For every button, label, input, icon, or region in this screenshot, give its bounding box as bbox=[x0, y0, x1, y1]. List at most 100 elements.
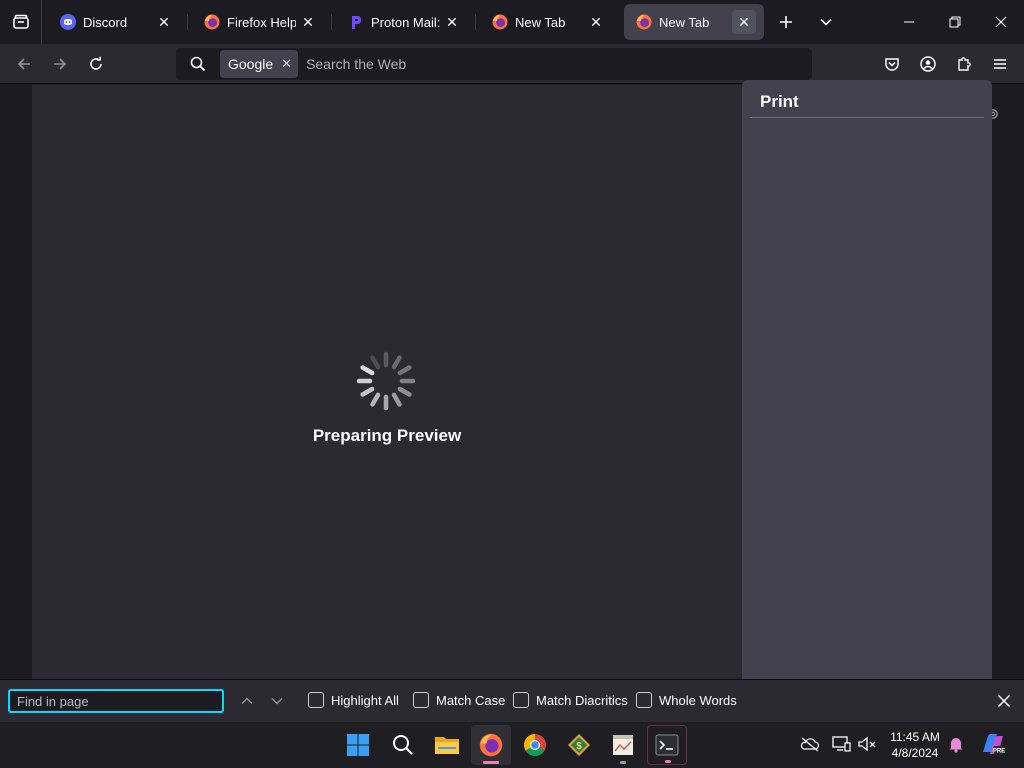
close-tab-icon[interactable]: ✕ bbox=[440, 10, 464, 34]
app-menu-button[interactable] bbox=[984, 48, 1016, 80]
highlight-all-checkbox[interactable]: Highlight All bbox=[308, 692, 399, 708]
close-window-button[interactable] bbox=[978, 0, 1024, 44]
pocket-button[interactable] bbox=[876, 48, 908, 80]
back-button[interactable] bbox=[8, 48, 40, 80]
svg-text:PRE: PRE bbox=[993, 749, 1005, 755]
taskbar-file-explorer[interactable] bbox=[427, 725, 467, 765]
tab-discord[interactable]: Discord ✕ bbox=[48, 4, 184, 40]
network-tray-icon[interactable] bbox=[830, 733, 852, 755]
taskbar-money-app[interactable]: $ bbox=[559, 725, 599, 765]
volume-tray-icon[interactable] bbox=[856, 733, 878, 755]
close-tab-icon[interactable]: ✕ bbox=[584, 10, 608, 34]
speaker-muted-icon bbox=[858, 736, 876, 752]
account-button[interactable] bbox=[912, 48, 944, 80]
whole-words-checkbox[interactable]: Whole Words bbox=[636, 692, 737, 708]
firefox-view-button[interactable] bbox=[0, 0, 42, 44]
file-explorer-icon bbox=[435, 737, 459, 754]
tab-separator bbox=[331, 14, 332, 30]
clock-time: 11:45 AM bbox=[890, 730, 940, 744]
reload-icon bbox=[90, 56, 102, 70]
arrow-right-icon bbox=[54, 58, 67, 70]
tab-title: New Tab bbox=[659, 14, 710, 30]
close-tab-icon[interactable]: ✕ bbox=[732, 10, 756, 34]
print-panel-divider bbox=[750, 117, 984, 118]
chevron-down-icon bbox=[820, 18, 832, 26]
minimize-icon bbox=[904, 21, 914, 23]
taskbar-chrome[interactable] bbox=[515, 725, 555, 765]
notifications-button[interactable] bbox=[945, 733, 967, 755]
option-label: Match Diacritics bbox=[536, 692, 628, 708]
firefox-view-icon bbox=[12, 14, 29, 29]
taskbar-search-button[interactable] bbox=[383, 725, 423, 765]
remove-engine-icon[interactable]: ✕ bbox=[281, 56, 292, 72]
close-find-bar-button[interactable] bbox=[992, 689, 1016, 713]
chevron-up-icon bbox=[241, 697, 253, 705]
close-tab-icon[interactable]: ✕ bbox=[296, 10, 320, 34]
tab-title: Discord bbox=[83, 14, 128, 30]
minimize-button[interactable] bbox=[886, 0, 932, 44]
match-case-checkbox[interactable]: Match Case bbox=[413, 692, 505, 708]
extensions-button[interactable] bbox=[948, 48, 980, 80]
reload-button[interactable] bbox=[80, 48, 112, 80]
find-bar: Highlight All Match Case Match Diacritic… bbox=[0, 679, 1024, 721]
tab-firefox-help[interactable]: Firefox Help ✕ bbox=[192, 4, 328, 40]
firefox-icon bbox=[204, 14, 220, 30]
preview-status-text: Preparing Preview bbox=[312, 426, 462, 445]
tab-title: Firefox Help bbox=[227, 14, 296, 30]
copilot-icon: PRE bbox=[983, 734, 1005, 755]
tab-title: Proton Mail: Sig bbox=[371, 14, 440, 30]
running-app-indicator bbox=[620, 761, 626, 764]
match-diacritics-checkbox[interactable]: Match Diacritics bbox=[513, 692, 628, 708]
checkbox-box[interactable] bbox=[513, 692, 529, 708]
tab-new-tab-active[interactable]: New Tab ✕ bbox=[624, 4, 764, 40]
find-previous-button[interactable] bbox=[236, 690, 258, 712]
close-tab-icon[interactable]: ✕ bbox=[152, 10, 176, 34]
option-label: Match Case bbox=[436, 692, 506, 708]
start-button[interactable] bbox=[338, 725, 378, 765]
bell-icon bbox=[949, 738, 963, 753]
display-network-icon bbox=[832, 736, 851, 752]
firefox-icon bbox=[636, 14, 652, 30]
chevron-down-icon bbox=[271, 697, 283, 705]
list-all-tabs-button[interactable] bbox=[812, 8, 840, 36]
hamburger-menu-icon bbox=[994, 59, 1006, 69]
find-in-page-input[interactable] bbox=[8, 689, 224, 713]
search-icon bbox=[176, 56, 220, 72]
option-label: Whole Words bbox=[659, 692, 737, 708]
firefox-icon bbox=[492, 14, 508, 30]
windows-start-icon bbox=[347, 734, 369, 756]
firefox-icon bbox=[479, 733, 503, 757]
tab-proton-mail[interactable]: Proton Mail: Sig ✕ bbox=[336, 4, 472, 40]
search-engine-chip[interactable]: Google ✕ bbox=[220, 50, 299, 78]
windows-taskbar: $ 11:45 AM 4/8/2024 PRE bbox=[0, 721, 1024, 768]
taskbar-clock[interactable]: 11:45 AM 4/8/2024 bbox=[880, 729, 950, 761]
find-next-button[interactable] bbox=[266, 690, 288, 712]
checkbox-box[interactable] bbox=[413, 692, 429, 708]
active-app-indicator bbox=[483, 761, 499, 764]
new-tab-button[interactable] bbox=[772, 8, 800, 36]
onedrive-tray-icon[interactable] bbox=[799, 733, 821, 755]
print-preview-content: Print Preparing Preview bbox=[0, 80, 1024, 679]
money-app-icon: $ bbox=[568, 734, 590, 756]
url-input[interactable]: Search the Web bbox=[306, 56, 406, 72]
url-bar[interactable]: Google ✕ Search the Web bbox=[176, 48, 812, 80]
taskbar-terminal[interactable] bbox=[647, 725, 687, 765]
tab-new-tab[interactable]: New Tab ✕ bbox=[480, 4, 616, 40]
loading-spinner-icon bbox=[356, 351, 416, 411]
tab-title: New Tab bbox=[515, 14, 566, 30]
print-panel-title: Print bbox=[760, 92, 799, 111]
tab-strip: Discord ✕ Firefox Help ✕ Proton Mail: Si… bbox=[0, 0, 1024, 44]
svg-text:$: $ bbox=[576, 741, 582, 752]
plus-icon bbox=[780, 16, 792, 28]
tab-separator bbox=[187, 14, 188, 30]
restore-icon bbox=[949, 16, 961, 28]
forward-button[interactable] bbox=[44, 48, 76, 80]
taskbar-notepad[interactable] bbox=[603, 725, 643, 765]
terminal-icon bbox=[655, 734, 679, 756]
taskbar-firefox[interactable] bbox=[471, 725, 511, 765]
restore-button[interactable] bbox=[932, 0, 978, 44]
checkbox-box[interactable] bbox=[308, 692, 324, 708]
copilot-button[interactable]: PRE bbox=[980, 733, 1006, 755]
arrow-left-icon bbox=[17, 58, 30, 70]
checkbox-box[interactable] bbox=[636, 692, 652, 708]
